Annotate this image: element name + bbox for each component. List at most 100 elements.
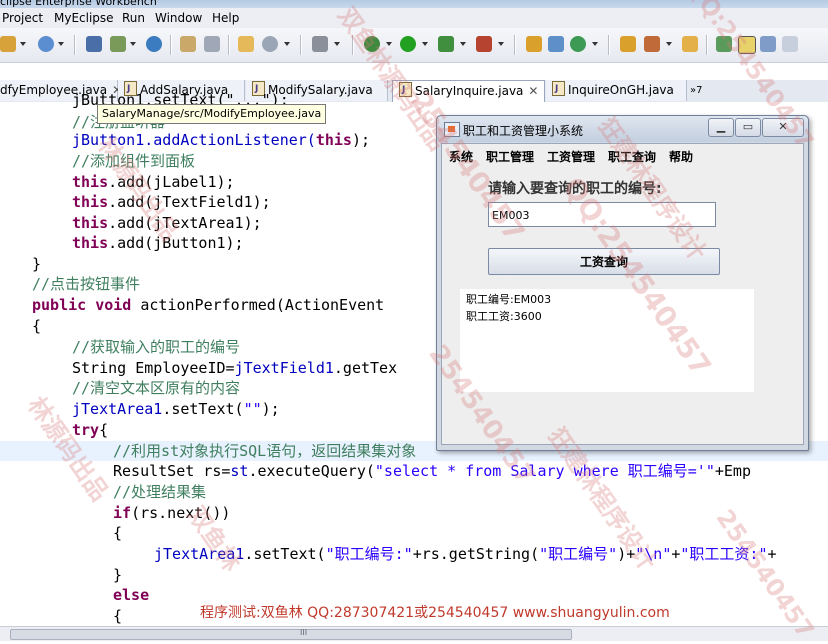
dropdown-arrow-icon[interactable] [386, 42, 392, 46]
toolbar-separator [352, 35, 354, 55]
code-line: //清空文本区原有的内容 [72, 379, 241, 397]
eclipse-title-bar: clipse Enterprise Workbench [0, 0, 828, 8]
code-line: jTextArea1.setText(""); [72, 400, 280, 418]
new-package-icon[interactable] [548, 36, 564, 52]
dropdown-arrow-icon[interactable] [130, 42, 136, 46]
menu-help[interactable]: Help [212, 11, 239, 25]
image-editor-icon[interactable] [238, 36, 254, 52]
employee-id-input[interactable]: EM003 [488, 202, 716, 227]
code-line: } [113, 566, 123, 584]
search-tool-icon[interactable] [644, 36, 660, 52]
eclipse-toolbar [0, 28, 828, 63]
code-line: this.add(jTextField1); [72, 193, 271, 211]
code-line: //处理结果集 [113, 483, 207, 501]
code-line: { [113, 607, 123, 625]
salary-app-window: 职工和工资管理小系统 ▁ ▭ ✕ 系统 职工管理 工资管理 职工查询 帮助 请输… [436, 115, 809, 451]
toolbar-separator [170, 35, 172, 55]
app-menu-system[interactable]: 系统 [449, 148, 473, 165]
gear-icon[interactable] [262, 36, 278, 52]
dropdown-arrow-icon[interactable] [666, 42, 672, 46]
code-line: else [113, 586, 150, 604]
new-class-icon[interactable] [570, 36, 586, 52]
menu-project[interactable]: Project [2, 11, 43, 25]
app-menu-bar: 系统 职工管理 工资管理 职工查询 帮助 [442, 144, 803, 166]
app-title-bar[interactable]: 职工和工资管理小系统 ▁ ▭ ✕ [437, 116, 808, 142]
menu-window[interactable]: Window [155, 11, 202, 25]
search-icon[interactable] [38, 36, 54, 52]
camera-icon[interactable] [312, 36, 328, 52]
menu-run[interactable]: Run [122, 11, 145, 25]
app-content-pane: 系统 职工管理 工资管理 职工查询 帮助 请输入要查询的职工的编号: EM003… [441, 143, 804, 445]
app-menu-salary-management[interactable]: 工资管理 [547, 148, 595, 165]
code-line: this.add(jButton1); [72, 234, 244, 252]
code-line: { [32, 317, 42, 335]
close-icon[interactable]: ✕ [528, 84, 538, 98]
open-folder-icon[interactable] [620, 36, 636, 52]
open-task-icon[interactable] [682, 36, 698, 52]
toggle-mark-occurrences-icon[interactable] [716, 36, 732, 52]
promo-text: 程序测试:双鱼林 QQ:287307421或254540457 www.shua… [200, 605, 670, 621]
tab-label: SalaryInquire.java [415, 84, 524, 98]
code-line: { [113, 524, 123, 542]
scrollbar-grip: III [300, 628, 308, 637]
result-line: 职工工资:3600 [466, 310, 542, 323]
salary-query-button[interactable]: 工资查询 [488, 248, 720, 275]
app-title: 职工和工资管理小系统 [463, 124, 584, 138]
tab-salary-inquire[interactable]: SalaryInquire.java ✕ [392, 80, 545, 102]
app-menu-employee-management[interactable]: 职工管理 [486, 148, 534, 165]
more-tabs-chevron[interactable]: »7 [690, 80, 720, 101]
app-menu-help[interactable]: 帮助 [669, 148, 693, 165]
code-line: jTextArea1.setText("职工编号:"+rs.getString(… [154, 545, 777, 563]
java-file-icon [399, 80, 412, 101]
dropdown-arrow-icon[interactable] [58, 42, 64, 46]
tab-inquire-on-gh[interactable]: InquireOnGH.java [546, 79, 687, 101]
toolbar-separator [706, 35, 708, 55]
close-window-button[interactable]: ✕ [762, 118, 804, 137]
code-line: this.add(jTextArea1); [72, 214, 262, 232]
eclipse-menu-bar: Project MyEclipse Run Window Help [0, 8, 828, 28]
external-tools-icon[interactable] [476, 36, 492, 52]
app-menu-employee-query[interactable]: 职工查询 [608, 148, 656, 165]
dropdown-arrow-icon[interactable] [422, 42, 428, 46]
code-line: } [32, 255, 42, 273]
server-icon[interactable] [110, 36, 126, 52]
employee-id-prompt: 请输入要查询的职工的编号: [488, 181, 662, 197]
toolbar-separator [300, 35, 302, 55]
run-icon[interactable] [400, 36, 416, 52]
code-line: //点击按钮事件 [32, 275, 141, 293]
code-line: ResultSet rs=st.executeQuery("select * f… [113, 462, 751, 480]
new-wizard-icon[interactable] [0, 36, 16, 52]
scrollbar-thumb[interactable] [10, 629, 572, 640]
toolbar-separator [514, 35, 516, 55]
minimize-button[interactable]: ▁ [708, 118, 734, 137]
code-line: String EmployeeID=jTextField1.getTex [72, 359, 398, 377]
block-selection-icon[interactable] [760, 36, 776, 52]
tab-label: InquireOnGH.java [568, 83, 674, 97]
horizontal-scrollbar[interactable]: III [0, 626, 828, 641]
tool-icon[interactable] [204, 36, 220, 52]
eclipse-title: clipse Enterprise Workbench [0, 0, 157, 8]
menu-myeclipse[interactable]: MyEclipse [54, 11, 114, 25]
app-icon [444, 122, 460, 137]
deploy-icon[interactable] [86, 36, 102, 52]
highlight-pen-icon[interactable] [738, 36, 756, 54]
dropdown-arrow-icon[interactable] [498, 42, 504, 46]
show-whitespace-icon[interactable] [782, 36, 798, 52]
dropdown-arrow-icon[interactable] [334, 42, 340, 46]
code-line: //利用st对象执行SQL语句，返回结果集对象 [113, 442, 417, 460]
new-java-project-icon[interactable] [526, 36, 542, 52]
maximize-button[interactable]: ▭ [735, 118, 761, 137]
debug-bug-icon[interactable] [364, 36, 380, 52]
dropdown-arrow-icon[interactable] [460, 42, 466, 46]
browser-globe-icon[interactable] [146, 36, 162, 52]
result-line: 职工编号:EM003 [466, 293, 552, 306]
toolbar-separator [608, 35, 610, 55]
java-file-icon [552, 79, 565, 100]
dropdown-arrow-icon[interactable] [20, 42, 26, 46]
code-line: jButton1.addActionListener(this); [72, 131, 371, 149]
result-text-area[interactable]: 职工编号:EM003 职工工资:3600 [460, 289, 754, 392]
dropdown-arrow-icon[interactable] [284, 42, 290, 46]
run-configuration-icon[interactable] [438, 36, 454, 52]
open-type-icon[interactable] [180, 36, 196, 52]
dropdown-arrow-icon[interactable] [592, 42, 598, 46]
